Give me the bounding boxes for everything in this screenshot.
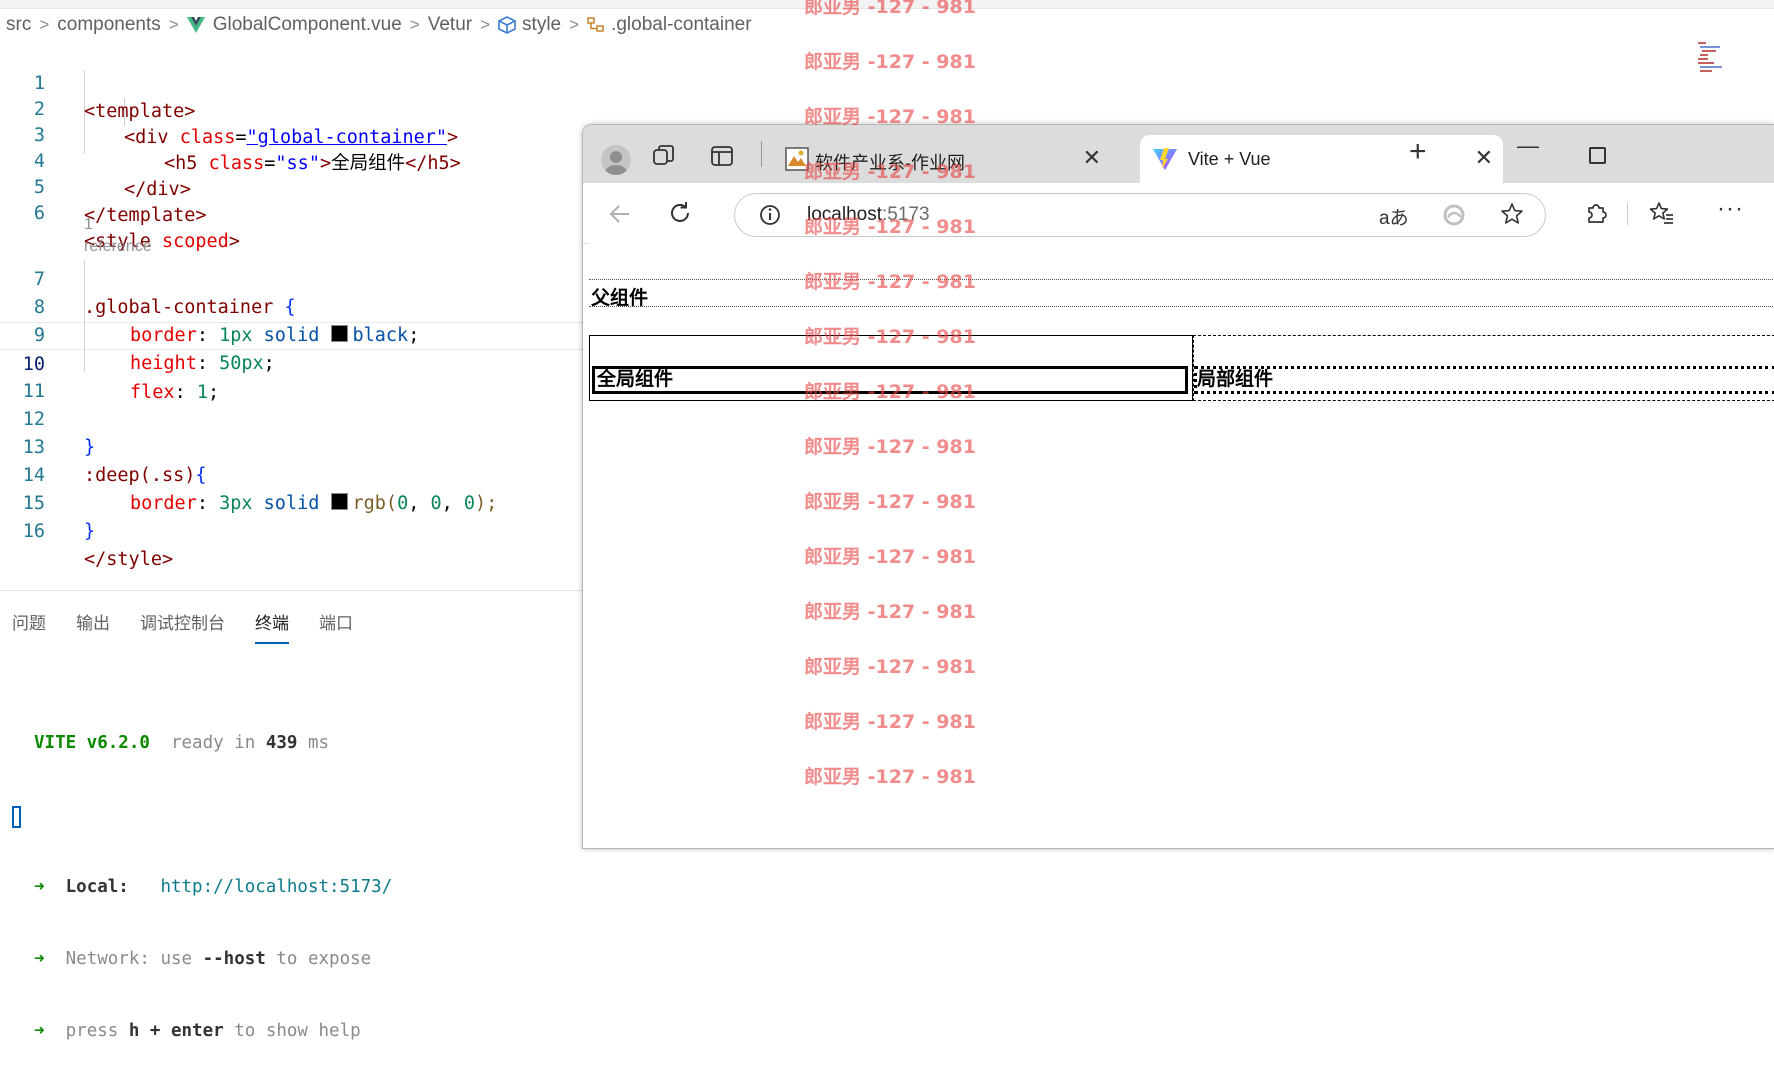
local-heading: 局部组件 bbox=[1194, 366, 1774, 394]
url-text[interactable]: localhost:5173 bbox=[807, 204, 930, 226]
ready-time: 439 bbox=[265, 733, 298, 753]
breadcrumb-style[interactable]: style bbox=[522, 14, 561, 36]
toolbar-divider bbox=[1627, 203, 1628, 225]
parent-component: 父组件 bbox=[589, 279, 1774, 309]
close-tab-icon[interactable]: ✕ bbox=[1475, 145, 1493, 171]
chevron-right-icon: > bbox=[480, 15, 491, 34]
terminal-line: ➜ Network: use --host to expose bbox=[34, 947, 392, 971]
extensions-icon[interactable] bbox=[1583, 200, 1609, 226]
more-options-icon[interactable]: ··· bbox=[1717, 195, 1744, 223]
tab-vite-vue[interactable]: Vite + Vue ✕ bbox=[1140, 135, 1503, 183]
editor-tab-strip bbox=[0, 0, 1774, 9]
tab-bar: 软件产业系-作业网 ✕ Vite + Vue ✕ + — bbox=[583, 125, 1774, 183]
chevron-right-icon: > bbox=[409, 15, 420, 34]
tab-ports[interactable]: 端口 bbox=[319, 609, 353, 644]
parent-heading: 父组件 bbox=[591, 288, 649, 309]
terminal-line: VITE v6.2.0 ready in 439 ms bbox=[34, 731, 392, 755]
terminal-text: h + enter bbox=[128, 1021, 224, 1041]
terminal-text: Local: bbox=[44, 877, 129, 897]
codelens-reference[interactable]: 1 reference bbox=[84, 214, 152, 255]
terminal-cursor bbox=[12, 806, 21, 828]
code-line: 2 <div class="global-container"> bbox=[0, 68, 1774, 148]
new-tab-icon[interactable]: + bbox=[1409, 135, 1427, 169]
chevron-right-icon: > bbox=[168, 15, 179, 34]
local-url-link[interactable]: http://localhost:5173/ bbox=[129, 877, 392, 897]
url-host: localhost bbox=[807, 204, 882, 225]
global-heading: 全局组件 bbox=[592, 366, 1188, 394]
breadcrumb: src > components > GlobalComponent.vue >… bbox=[0, 10, 752, 40]
vite-version: VITE v6.2.0 bbox=[34, 733, 150, 753]
code-token: } bbox=[84, 521, 96, 542]
chevron-right-icon: > bbox=[39, 15, 50, 34]
terminal-line: ➜ press h + enter to show help bbox=[34, 1019, 392, 1043]
vite-logo-icon bbox=[1153, 148, 1177, 170]
breadcrumb-selector[interactable]: .global-container bbox=[611, 14, 751, 36]
terminal-text: to expose bbox=[265, 949, 372, 969]
code-line: 3 <h5 class="ss">全局组件</h5> bbox=[0, 94, 1774, 174]
person-icon bbox=[605, 151, 627, 175]
tab-problems[interactable]: 问题 bbox=[12, 609, 46, 644]
tab-title: Vite + Vue bbox=[1188, 149, 1271, 169]
back-arrow-icon[interactable] bbox=[607, 201, 633, 227]
vertical-tabs-icon[interactable] bbox=[709, 143, 735, 169]
breadcrumb-file[interactable]: GlobalComponent.vue bbox=[213, 14, 402, 36]
tab-title: 软件产业系-作业网 bbox=[815, 153, 965, 173]
cube-icon bbox=[498, 16, 516, 34]
terminal-text: ready in bbox=[149, 733, 266, 753]
panel-tabs: 问题 输出 调试控制台 终端 端口 bbox=[12, 609, 383, 644]
site-favicon-icon bbox=[785, 147, 809, 171]
chevron-right-icon: > bbox=[569, 15, 580, 34]
tab-output[interactable]: 输出 bbox=[76, 609, 110, 644]
terminal-text: --host bbox=[202, 949, 266, 969]
breadcrumb-vetur[interactable]: Vetur bbox=[428, 14, 472, 36]
terminal-text: press bbox=[44, 1021, 129, 1041]
profile-avatar[interactable] bbox=[601, 145, 631, 175]
address-bar[interactable]: localhost:5173 aあ bbox=[734, 193, 1546, 237]
collections-icon[interactable] bbox=[651, 143, 677, 169]
edge-icon[interactable] bbox=[1441, 202, 1467, 228]
url-port: :5173 bbox=[882, 204, 930, 225]
info-icon[interactable] bbox=[757, 202, 783, 228]
breadcrumb-src[interactable]: src bbox=[6, 14, 31, 36]
translate-icon[interactable]: aあ bbox=[1379, 203, 1409, 230]
tab-debug-console[interactable]: 调试控制台 bbox=[140, 609, 225, 644]
web-page: 父组件 全局组件 局部组件 bbox=[589, 243, 1774, 848]
minimize-icon[interactable]: — bbox=[1517, 133, 1539, 159]
tab-divider bbox=[761, 141, 762, 167]
browser-window: 软件产业系-作业网 ✕ Vite + Vue ✕ + — localhost:5… bbox=[582, 124, 1774, 849]
terminal-text: to show help bbox=[223, 1021, 361, 1041]
local-container: 局部组件 bbox=[1193, 335, 1774, 401]
code-token: </style> bbox=[84, 549, 174, 570]
global-container: 全局组件 bbox=[589, 335, 1193, 401]
favorites-icon[interactable] bbox=[1649, 200, 1675, 226]
current-line: 10 flex: 1; bbox=[0, 322, 582, 403]
terminal-output[interactable]: VITE v6.2.0 ready in 439 ms ➜ Local: htt… bbox=[34, 683, 392, 1091]
bottom-panel: 问题 输出 调试控制台 终端 端口 VITE v6.2.0 ready in 4… bbox=[0, 590, 582, 1041]
terminal-text: : use bbox=[139, 949, 203, 969]
line-number: 6 bbox=[33, 203, 45, 224]
favorite-star-icon[interactable] bbox=[1499, 201, 1525, 227]
tab-terminal[interactable]: 终端 bbox=[255, 609, 289, 644]
line-number: 16 bbox=[22, 521, 45, 542]
arrow-icon: ➜ bbox=[34, 877, 45, 897]
tab-homework-site[interactable]: 软件产业系-作业网 ✕ bbox=[775, 135, 1111, 183]
breadcrumb-components[interactable]: components bbox=[57, 14, 161, 36]
terminal-blank bbox=[34, 803, 392, 827]
terminal-text: ms bbox=[297, 733, 330, 753]
refresh-icon[interactable] bbox=[667, 200, 693, 226]
terminal-text: Network bbox=[44, 949, 140, 969]
terminal-line: ➜ Local: http://localhost:5173/ bbox=[34, 875, 392, 899]
arrow-icon: ➜ bbox=[34, 1021, 45, 1041]
maximize-icon[interactable] bbox=[1589, 147, 1606, 164]
vue-file-icon bbox=[186, 17, 205, 33]
arrow-icon: ➜ bbox=[34, 949, 45, 969]
code-line: 1 <template> bbox=[0, 42, 1774, 122]
close-tab-icon[interactable]: ✕ bbox=[1083, 145, 1101, 171]
browser-toolbar: localhost:5173 aあ ··· bbox=[583, 183, 1774, 244]
css-symbol-icon bbox=[587, 17, 604, 32]
